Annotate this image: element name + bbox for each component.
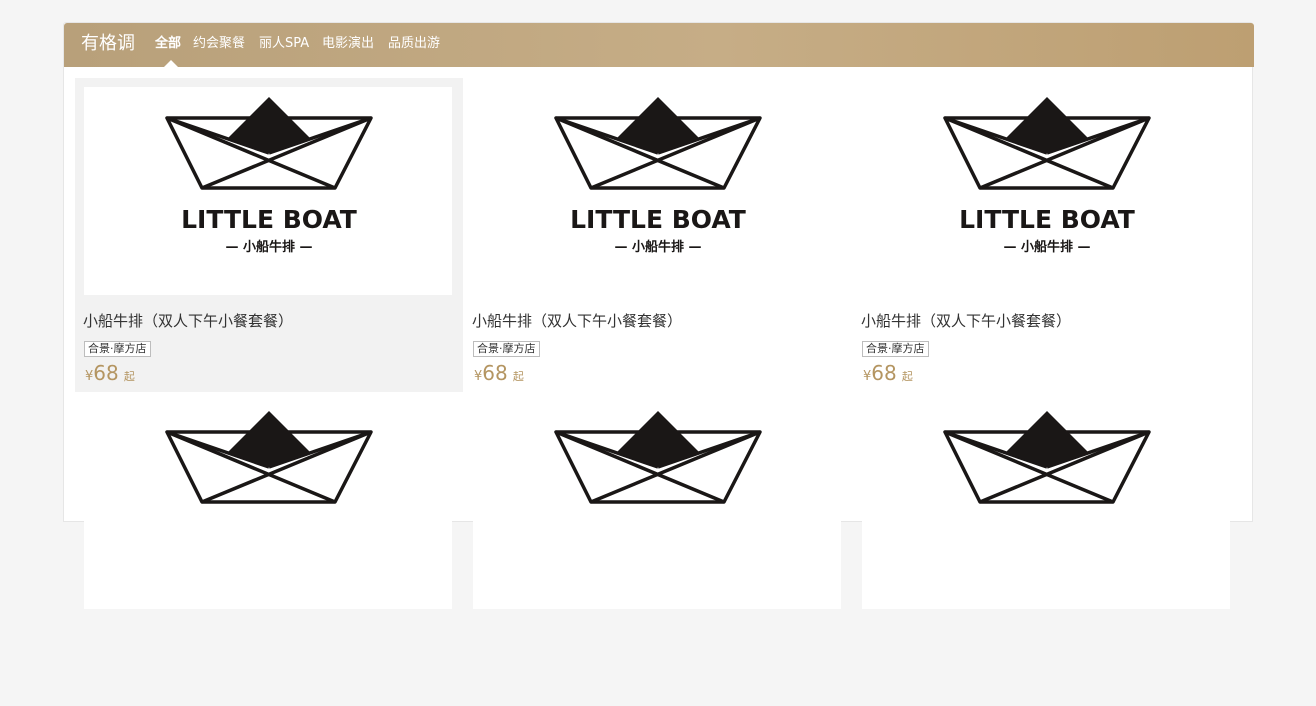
section-title: 有格调 xyxy=(81,33,135,54)
price-value: 68 xyxy=(871,361,897,385)
tab-all[interactable]: 全部 xyxy=(155,35,181,53)
price-value: 68 xyxy=(93,361,119,385)
logo-subtitle: — 小船牛排 — xyxy=(1003,239,1090,255)
deal-image[interactable]: LITTLE BOAT — 小船牛排 — xyxy=(473,87,841,295)
store-tag: 合景·摩方店 xyxy=(84,341,151,357)
deal-image[interactable] xyxy=(84,401,452,609)
tab-quality-travel[interactable]: 品质出游 xyxy=(388,35,440,53)
deal-card[interactable]: LITTLE BOAT — 小船牛排 — 小船牛排（双人下午小餐套餐） 合景·摩方店 ¥… xyxy=(75,78,463,392)
deal-card[interactable]: LITTLE BOAT — 小船牛排 — 小船牛排（双人下午小餐套餐） 合景·摩方店 ¥… xyxy=(464,78,852,392)
deal-card[interactable] xyxy=(464,392,852,706)
category-header: 有格调 全部 约会聚餐 丽人SPA 电影演出 品质出游 xyxy=(64,23,1254,67)
tab-movies-shows[interactable]: 电影演出 xyxy=(322,35,374,53)
deal-card[interactable] xyxy=(75,392,463,706)
logo-subtitle: — 小船牛排 — xyxy=(225,239,312,255)
price-suffix: 起 xyxy=(901,370,913,383)
boat-logo-icon xyxy=(943,411,1151,504)
price-value: 68 xyxy=(482,361,508,385)
logo-wordmark: LITTLE BOAT xyxy=(181,205,357,234)
logo-wordmark: LITTLE BOAT xyxy=(570,205,746,234)
deal-title[interactable]: 小船牛排（双人下午小餐套餐） xyxy=(472,310,682,332)
boat-logo-icon: LITTLE BOAT — 小船牛排 — xyxy=(943,97,1151,255)
deal-title[interactable]: 小船牛排（双人下午小餐套餐） xyxy=(83,310,293,332)
boat-logo-icon: LITTLE BOAT — 小船牛排 — xyxy=(165,97,373,255)
tab-beauty-spa[interactable]: 丽人SPA xyxy=(259,35,309,53)
boat-logo-icon xyxy=(554,411,762,504)
deal-price: ¥68 起 xyxy=(474,360,524,386)
deal-price: ¥68 起 xyxy=(863,360,913,386)
deal-price: ¥68 起 xyxy=(85,360,135,386)
deal-card[interactable]: LITTLE BOAT — 小船牛排 — 小船牛排（双人下午小餐套餐） 合景·摩方店 ¥… xyxy=(853,78,1241,392)
deal-image[interactable] xyxy=(862,401,1230,609)
price-suffix: 起 xyxy=(512,370,524,383)
logo-subtitle: — 小船牛排 — xyxy=(614,239,701,255)
store-tag: 合景·摩方店 xyxy=(473,341,540,357)
boat-logo-icon: LITTLE BOAT — 小船牛排 — xyxy=(554,97,762,255)
deals-panel: 有格调 全部 约会聚餐 丽人SPA 电影演出 品质出游 LITTLE BOAT —… xyxy=(63,22,1254,609)
deal-image[interactable]: LITTLE BOAT — 小船牛排 — xyxy=(862,87,1230,295)
deal-card[interactable] xyxy=(853,392,1241,706)
deal-image[interactable]: LITTLE BOAT — 小船牛排 — xyxy=(84,87,452,295)
tab-dating-dining[interactable]: 约会聚餐 xyxy=(193,35,245,53)
logo-wordmark: LITTLE BOAT xyxy=(959,205,1135,234)
deal-image[interactable] xyxy=(473,401,841,609)
boat-logo-icon xyxy=(165,411,373,504)
store-tag: 合景·摩方店 xyxy=(862,341,929,357)
deal-title[interactable]: 小船牛排（双人下午小餐套餐） xyxy=(861,310,1071,332)
active-tab-indicator xyxy=(164,60,178,67)
price-suffix: 起 xyxy=(123,370,135,383)
